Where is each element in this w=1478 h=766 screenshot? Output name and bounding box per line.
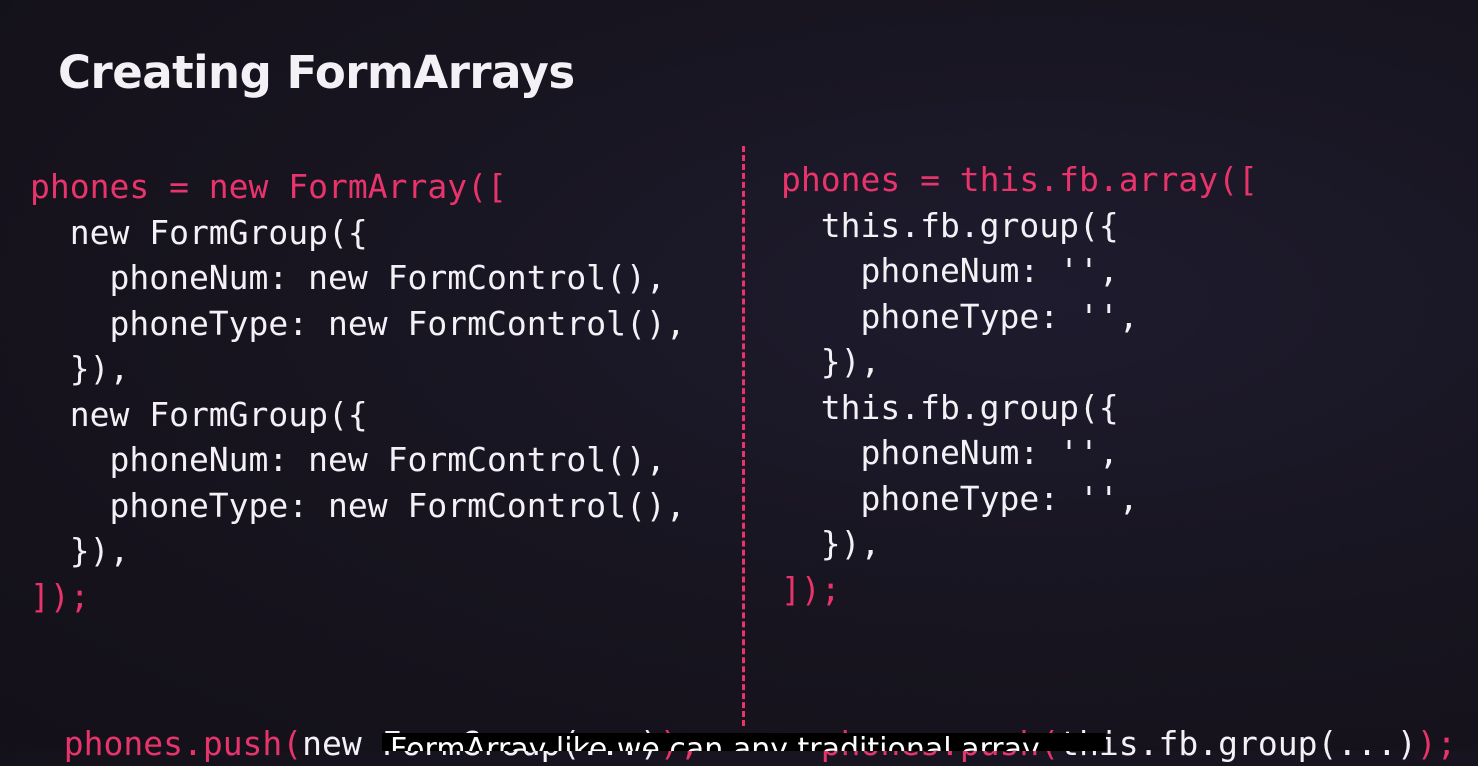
right-push-arg: this.fb.group(...) — [1059, 724, 1417, 763]
right-code-line: phones = this.fb.array([ — [781, 160, 1258, 199]
right-code-block: phones = this.fb.array([ this.fb.group({… — [781, 157, 1258, 612]
left-code-line: }), — [30, 349, 130, 388]
left-code-line: ]); — [30, 576, 90, 616]
left-code-line: }), — [30, 531, 130, 570]
left-code-line: phoneNum: new FormControl(), — [30, 258, 666, 297]
slide-title: Creating FormArrays — [58, 46, 575, 99]
left-code-line: new FormGroup({ — [30, 394, 368, 434]
right-code-line: phoneNum: '', — [781, 251, 1119, 290]
left-code-line: phoneNum: new FormControl(), — [30, 440, 666, 479]
right-code-line: }), — [781, 342, 881, 381]
right-push-statement: phones.push(this.fb.group(...)); — [781, 676, 1457, 766]
caption-text: FormArray like we can any traditional ar… — [390, 733, 1040, 752]
left-push-prefix: phones.push( — [63, 724, 303, 763]
right-code-line: phoneType: '', — [781, 296, 1139, 336]
left-code-block: phones = new FormArray([ new FormGroup({… — [30, 164, 686, 619]
right-push-suffix: ); — [1416, 724, 1457, 763]
left-code-line: new FormGroup({ — [30, 212, 368, 252]
left-code-line: phones = new FormArray([ — [30, 167, 507, 206]
right-code-line: }), — [781, 524, 881, 563]
right-code-line: ]); — [781, 569, 841, 609]
left-code-line: phoneType: new FormControl(), — [30, 485, 686, 525]
right-code-line: phoneType: '', — [781, 478, 1139, 518]
right-code-line: this.fb.group({ — [781, 205, 1119, 245]
right-code-line: phoneNum: '', — [781, 433, 1119, 472]
left-push-statement: phones.push(new FormGroup(...)); — [24, 676, 700, 766]
video-caption: FormArray like we can any traditional ar… — [382, 733, 1106, 751]
left-code-line: phoneType: new FormControl(), — [30, 303, 686, 343]
right-code-line: this.fb.group({ — [781, 387, 1119, 427]
dashed-divider — [742, 146, 745, 726]
